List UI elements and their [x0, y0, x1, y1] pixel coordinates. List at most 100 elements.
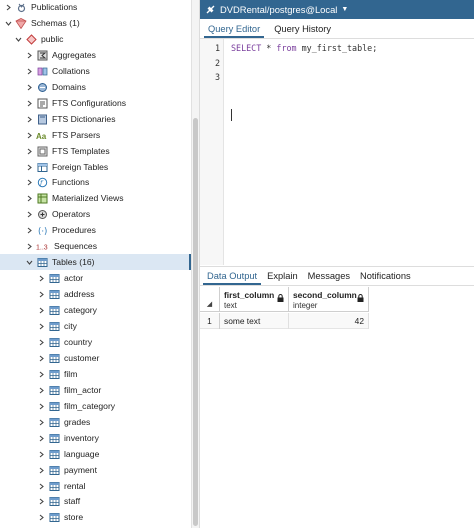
object-browser-tree: Publications Schemas (1) public Aggregates C… — [0, 0, 199, 528]
tree-item-label: customer — [64, 353, 100, 363]
tree-item-domains[interactable]: Domains — [0, 79, 191, 95]
chevron-right-icon[interactable] — [25, 222, 33, 238]
chevron-right-icon[interactable] — [37, 270, 45, 286]
chevron-right-icon[interactable] — [37, 398, 45, 414]
table-icon — [48, 511, 60, 523]
tree-item-sequences[interactable]: 1..3 Sequences — [0, 238, 191, 254]
tab-explain[interactable]: Explain — [263, 271, 302, 285]
chevron-right-icon[interactable] — [37, 350, 45, 366]
data-output-grid: ◢ first_column text second_column intege… — [200, 287, 474, 528]
chevron-right-icon[interactable] — [25, 190, 33, 206]
chevron-right-icon[interactable] — [37, 302, 45, 318]
tree-item-aggregates[interactable]: Aggregates — [0, 47, 191, 63]
chevron-right-icon[interactable] — [37, 446, 45, 462]
tree-item-label: film_actor — [64, 385, 102, 395]
chevron-right-icon[interactable] — [25, 95, 33, 111]
chevron-right-icon[interactable] — [25, 206, 33, 222]
connection-title[interactable]: DVDRental/postgres@Local — [220, 4, 337, 15]
sql-editor[interactable]: 1 2 3 SELECT * from my_first_table; — [200, 39, 474, 265]
tree-item-language[interactable]: language — [0, 446, 191, 462]
tree-item-staff[interactable]: staff — [0, 493, 191, 509]
column-header-second-column[interactable]: second_column integer — [289, 287, 369, 312]
chevron-right-icon[interactable] — [25, 63, 33, 79]
chevron-right-icon[interactable] — [37, 414, 45, 430]
chevron-right-icon[interactable] — [25, 143, 33, 159]
chevron-right-icon[interactable] — [37, 334, 45, 350]
connection-icon[interactable] — [200, 0, 220, 19]
tree-item-city[interactable]: city — [0, 318, 191, 334]
tree-item-rental[interactable]: rental — [0, 478, 191, 494]
tree-item-fts-configurations[interactable]: FTS Configurations — [0, 95, 191, 111]
chevron-right-icon[interactable] — [25, 238, 33, 254]
chevron-right-icon[interactable] — [37, 462, 45, 478]
table-icon — [48, 368, 60, 380]
tree-item-schemas-1[interactable]: Schemas (1) — [0, 15, 191, 31]
tree-item-foreign-tables[interactable]: Foreign Tables — [0, 159, 191, 175]
chevron-right-icon[interactable] — [37, 478, 45, 494]
line-number: 1 — [214, 43, 220, 53]
tree-item-operators[interactable]: Operators — [0, 206, 191, 222]
chevron-right-icon[interactable] — [25, 127, 33, 143]
tab-notifications[interactable]: Notifications — [356, 271, 415, 285]
chevron-right-icon[interactable] — [37, 286, 45, 302]
tree-item-address[interactable]: address — [0, 286, 191, 302]
tree-scrollbar[interactable] — [191, 0, 199, 528]
tab-data-output[interactable]: Data Output — [203, 271, 262, 285]
tab-messages[interactable]: Messages — [304, 271, 354, 285]
chevron-right-icon[interactable] — [37, 509, 45, 525]
tree-item-functions[interactable]: f Functions — [0, 174, 191, 190]
cell-second-column[interactable]: 42 — [289, 312, 369, 329]
code-line[interactable]: SELECT * from my_first_table; — [231, 43, 377, 53]
schema-public-icon — [25, 33, 37, 45]
chevron-right-icon[interactable] — [37, 493, 45, 509]
line-number: 3 — [214, 72, 220, 82]
tree-item-publications[interactable]: Publications — [0, 0, 191, 15]
tree-item-tables-16[interactable]: Tables (16) — [0, 254, 191, 270]
row-number[interactable]: 1 — [200, 312, 220, 329]
fts-parsers-icon: Aa — [36, 129, 48, 141]
cell-first-column[interactable]: some text — [220, 312, 289, 329]
tree-item-materialized-views[interactable]: Materialized Views — [0, 190, 191, 206]
column-header-first-column[interactable]: first_column text — [220, 287, 289, 312]
chevron-right-icon[interactable] — [4, 0, 12, 15]
chevron-right-icon[interactable] — [25, 111, 33, 127]
chevron-right-icon[interactable] — [25, 159, 33, 175]
chevron-right-icon[interactable] — [37, 366, 45, 382]
tree-item-inventory[interactable]: inventory — [0, 430, 191, 446]
sql-keyword: SELECT — [231, 43, 262, 53]
tree-item-category[interactable]: category — [0, 302, 191, 318]
chevron-down-icon[interactable] — [4, 15, 12, 31]
chevron-right-icon[interactable] — [37, 382, 45, 398]
tree-item-store[interactable]: store — [0, 509, 191, 525]
tree-scrollbar-thumb[interactable] — [193, 118, 198, 526]
table-row[interactable]: 1 some text 42 — [200, 312, 369, 329]
tree-item-fts-dictionaries[interactable]: FTS Dictionaries — [0, 111, 191, 127]
chevron-right-icon[interactable] — [37, 318, 45, 334]
tree-item-collations[interactable]: Collations — [0, 63, 191, 79]
lock-icon — [357, 294, 364, 302]
chevron-down-icon[interactable] — [14, 31, 22, 47]
schemas-icon — [15, 17, 27, 29]
tree-item-public[interactable]: public — [0, 31, 191, 47]
chevron-down-icon[interactable] — [25, 254, 33, 270]
tree-item-actor[interactable]: actor — [0, 270, 191, 286]
tree-item-fts-templates[interactable]: FTS Templates — [0, 143, 191, 159]
tab-query-editor[interactable]: Query Editor — [204, 24, 265, 38]
tree-item-country[interactable]: country — [0, 334, 191, 350]
chevron-right-icon[interactable] — [25, 79, 33, 95]
tree-item-film-actor[interactable]: film_actor — [0, 382, 191, 398]
tree-item-customer[interactable]: customer — [0, 350, 191, 366]
chevron-down-icon[interactable]: ▼ — [341, 6, 348, 13]
tab-query-history[interactable]: Query History — [270, 24, 335, 38]
chevron-right-icon[interactable] — [25, 174, 33, 190]
tree-item-procedures[interactable]: (·) Procedures — [0, 222, 191, 238]
chevron-right-icon[interactable] — [25, 47, 33, 63]
tree-item-film-category[interactable]: film_category — [0, 398, 191, 414]
tree-item-grades[interactable]: grades — [0, 414, 191, 430]
select-all-corner[interactable]: ◢ — [200, 287, 220, 312]
tree-item-payment[interactable]: payment — [0, 462, 191, 478]
tree-item-film[interactable]: film — [0, 366, 191, 382]
tree-item-label: Domains — [52, 82, 86, 92]
tree-item-fts-parsers[interactable]: Aa FTS Parsers — [0, 127, 191, 143]
chevron-right-icon[interactable] — [37, 430, 45, 446]
